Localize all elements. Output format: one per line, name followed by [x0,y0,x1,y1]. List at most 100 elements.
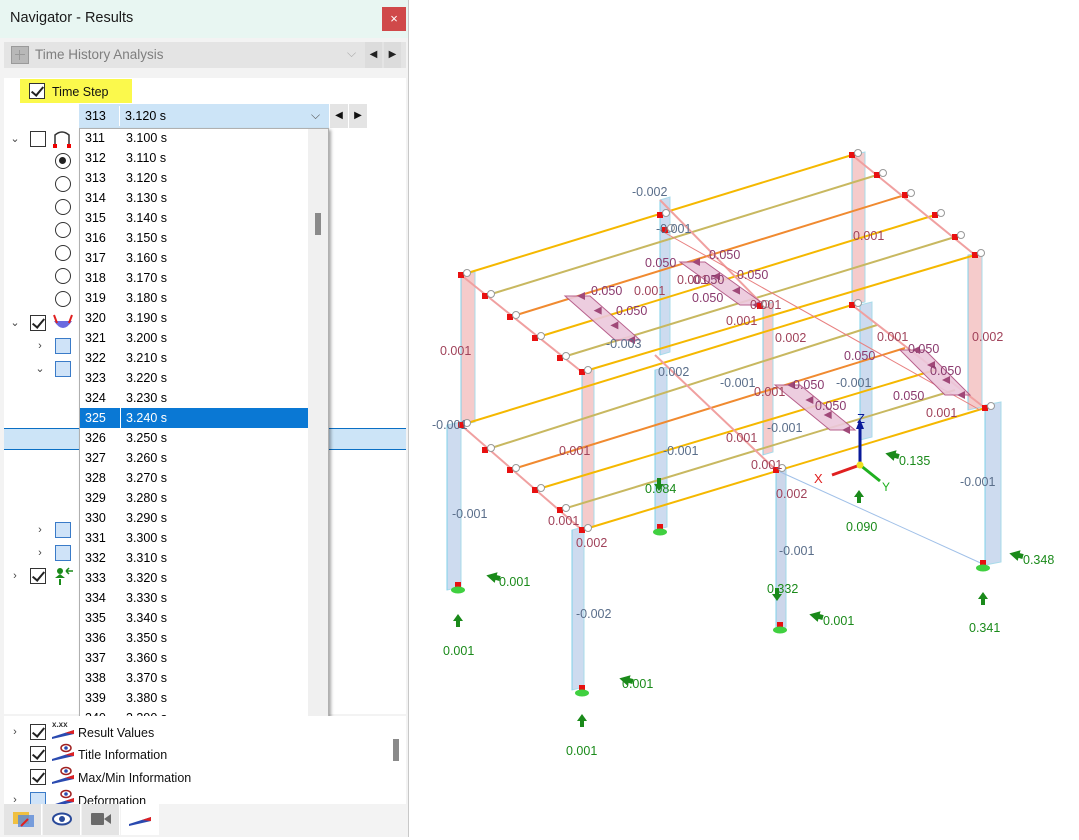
time-step-value: 3.270 s [126,471,168,485]
previous-time-step-button[interactable]: ◀ [330,104,348,128]
time-step-option[interactable]: 328 3.270 s [80,468,308,488]
internal-forces-icon [53,314,73,328]
next-time-step-button[interactable]: ▶ [349,104,367,128]
radio-option[interactable] [55,291,71,307]
radio-option[interactable] [55,245,71,261]
scrollbar-thumb[interactable] [393,739,399,761]
time-step-option[interactable]: 324 3.230 s [80,388,308,408]
member-result-label: -0.001 [432,418,467,432]
time-step-option[interactable]: 327 3.260 s [80,448,308,468]
next-analysis-button[interactable]: ▶ [384,42,401,68]
time-step-option[interactable]: 325 3.240 s [80,408,308,428]
node-circle [487,290,495,298]
views-tab[interactable] [82,804,120,835]
analysis-type-combo[interactable]: Time History Analysis ⌵ ◀ ▶ [4,42,406,68]
support-icon [653,528,667,536]
expand-chevron[interactable]: ⌄ [9,132,21,145]
time-step-option[interactable]: 315 3.140 s [80,208,308,228]
scrollbar-thumb[interactable] [315,213,321,235]
node-circle [562,352,570,360]
time-step-option[interactable]: 329 3.280 s [80,488,308,508]
dropdown-scrollbar[interactable] [308,129,328,727]
time-step-option[interactable]: 332 3.310 s [80,548,308,568]
support-icon [53,131,71,148]
time-step-option[interactable]: 339 3.380 s [80,688,308,708]
option-checkbox[interactable] [30,724,46,740]
structure-3d-view[interactable]: ZXY-0.002-0.001 0.0010.0500.0500.050 0.001… [410,0,1079,837]
time-step-option[interactable]: 334 3.330 s [80,588,308,608]
reaction-force-arrow [809,611,824,622]
x-axis [831,463,861,477]
chevron-down-icon[interactable]: ⌵ [347,46,356,61]
option-checkbox[interactable] [30,746,46,762]
time-step-option[interactable]: 317 3.160 s [80,248,308,268]
time-step-option[interactable]: 323 3.220 s [80,368,308,388]
tree-checkbox[interactable] [55,338,71,354]
time-step-option[interactable]: 330 3.290 s [80,508,308,528]
expand-chevron[interactable]: › [34,547,46,559]
expand-chevron[interactable]: ⌄ [34,362,46,375]
tree-checkbox[interactable] [30,315,46,331]
tree-checkbox[interactable] [30,131,46,147]
time-step-option[interactable]: 326 3.250 s [80,428,308,448]
node-circle [907,189,915,197]
time-step-option[interactable]: 314 3.130 s [80,188,308,208]
x-axis-label: X [814,471,823,486]
time-step-number: 326 [85,431,106,445]
display-option-item[interactable]: Max/Min Information [4,766,384,789]
chevron-down-icon[interactable]: ⌵ [311,108,320,123]
radio-option[interactable] [55,268,71,284]
time-step-option[interactable]: 318 3.170 s [80,268,308,288]
time-step-value: 3.300 s [126,531,168,545]
tree-checkbox[interactable] [30,568,46,584]
time-step-option[interactable]: 319 3.180 s [80,288,308,308]
radio-option[interactable] [55,199,71,215]
time-step-option[interactable]: 321 3.200 s [80,328,308,348]
view-tab[interactable] [43,804,81,835]
time-step-option[interactable]: 311 3.100 s [80,129,308,148]
time-step-option[interactable]: 313 3.120 s [80,168,308,188]
expand-chevron[interactable]: ⌄ [9,316,21,329]
model-viewport[interactable]: Z X Y -0.002 -0.001 0.001 0.050 0.050 0.050 0.001… [410,0,1079,837]
time-step-option[interactable]: 312 3.110 s [80,148,308,168]
time-step-option[interactable]: 335 3.340 s [80,608,308,628]
radio-option[interactable] [55,222,71,238]
member-result-label: 0.050 [893,389,924,403]
time-step-option[interactable]: 338 3.370 s [80,668,308,688]
time-step-combo[interactable]: 313 3.120 s ⌵ [79,104,329,128]
member-result-label: 0.001 [559,444,590,458]
display-option-item[interactable]: Title Information [4,743,384,766]
time-step-option[interactable]: 337 3.360 s [80,648,308,668]
z-axis-label: Z [857,411,865,426]
time-step-option[interactable]: 336 3.350 s [80,628,308,648]
time-step-option[interactable]: 331 3.300 s [80,528,308,548]
expand-chevron[interactable]: › [34,340,46,352]
reaction-label: 0.001 [499,575,530,589]
time-step-number: 327 [85,451,106,465]
member-result-label: -0.001 [960,475,995,489]
member-result-label: 0.050 [815,399,846,413]
expand-chevron[interactable]: › [9,570,21,582]
display-option-item[interactable]: › x.xx Result Values [4,720,384,744]
previous-analysis-button[interactable]: ◀ [365,42,382,68]
expand-chevron[interactable]: › [34,524,46,536]
time-step-number: 335 [85,611,106,625]
tree-checkbox[interactable] [55,361,71,377]
option-checkbox[interactable] [30,769,46,785]
time-step-checkbox[interactable] [29,83,45,99]
node-circle [537,332,545,340]
member-result-label: -0.001 [767,421,802,435]
reaction-up-arrow [577,714,587,727]
time-step-option[interactable]: 320 3.190 s [80,308,308,328]
results-tab[interactable] [121,804,159,835]
close-button[interactable]: × [382,7,406,31]
radio-option[interactable] [55,153,71,169]
time-step-option[interactable]: 316 3.150 s [80,228,308,248]
time-step-option[interactable]: 322 3.210 s [80,348,308,368]
tree-checkbox[interactable] [55,522,71,538]
data-tab[interactable] [4,804,42,835]
radio-option[interactable] [55,176,71,192]
tree-checkbox[interactable] [55,545,71,561]
time-step-option[interactable]: 333 3.320 s [80,568,308,588]
expand-chevron[interactable]: › [9,726,21,738]
